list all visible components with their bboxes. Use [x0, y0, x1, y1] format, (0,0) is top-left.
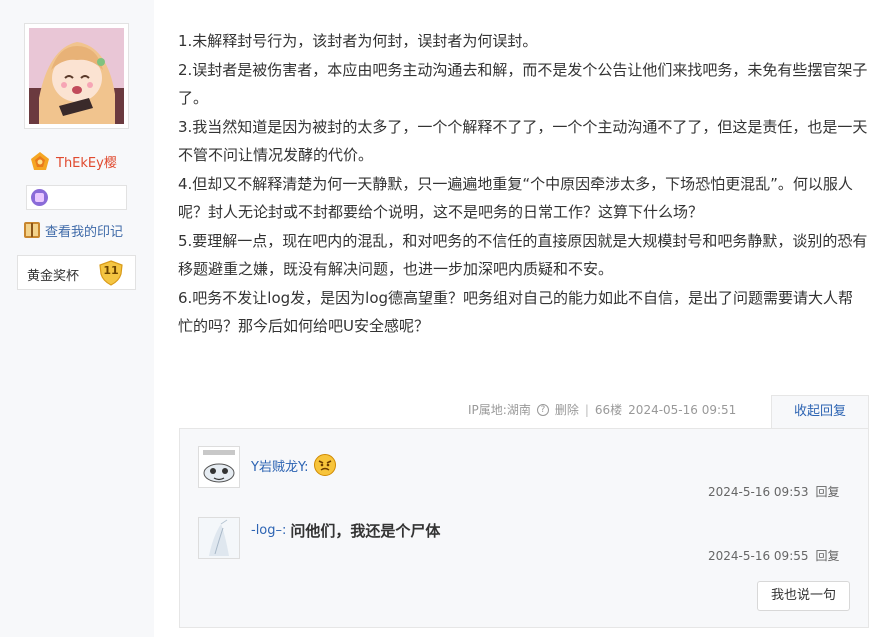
view-marks-link[interactable]: 查看我的印记	[22, 220, 123, 240]
reply-button[interactable]: 回复	[816, 485, 840, 499]
sketch-avatar-image	[199, 518, 239, 558]
badge-box	[26, 185, 127, 210]
post-time: 2024-05-16 09:51	[628, 402, 737, 417]
member-badge-icon[interactable]	[31, 189, 48, 206]
meme-avatar-image	[199, 447, 239, 487]
username-link[interactable]: ThEkEy樱	[56, 152, 117, 171]
delete-link[interactable]: 删除	[555, 401, 579, 418]
user-sidebar: ThEkEy樱 查看我的印记 黄金奖杯 11	[0, 0, 154, 637]
reply-footer: 2024-5-16 09:55 回复	[708, 547, 840, 564]
award-box[interactable]: 黄金奖杯 11	[17, 255, 136, 290]
reply-line: Y岩贼龙Y:	[251, 453, 337, 477]
reply-line: -log–: 问他们，我还是个尸体	[251, 520, 440, 541]
post-paragraph-1: 1.未解释封号行为，该封者为何封，误封者为何误封。	[178, 32, 538, 50]
crown-icon	[31, 152, 49, 170]
reply-time: 2024-5-16 09:55	[708, 549, 809, 563]
help-icon[interactable]: ?	[536, 403, 549, 416]
post-paragraph-4: 4.但却又不解释清楚为何一天静默，只一遍遍地重复“个中原因牵涉太多，下场恐怕更混…	[178, 174, 853, 222]
award-label: 黄金奖杯	[27, 269, 80, 284]
avatar[interactable]	[24, 23, 129, 129]
reply-footer: 2024-5-16 09:53 回复	[708, 483, 840, 500]
reply-time: 2024-5-16 09:53	[708, 485, 809, 499]
reply-avatar[interactable]	[198, 446, 240, 488]
user-row: ThEkEy樱	[30, 151, 117, 171]
floor-number: 66楼	[594, 403, 623, 417]
anime-avatar-image	[29, 28, 124, 124]
reply-panel: Y岩贼龙Y: 2024-5-16 09:53 回复 -log–: 问他们，我还是…	[179, 428, 869, 628]
ip-location: IP属地:湖南	[468, 403, 531, 417]
view-marks-label: 查看我的印记	[45, 224, 124, 240]
book-icon	[24, 222, 40, 238]
meta-separator: |	[584, 402, 589, 417]
post-paragraph-5: 5.要理解一点，现在吧内的混乱，和对吧务的不信任的直接原因就是大规模封号和吧务静…	[178, 231, 868, 279]
say-something-button[interactable]: 我也说一句	[757, 581, 850, 611]
award-count: 11	[103, 264, 119, 277]
post-paragraph-2: 2.误封者是被伤害者，本应由吧务主动沟通去和解，而不是发个公告让他们来找吧务，未…	[178, 60, 868, 108]
reply-button[interactable]: 回复	[816, 549, 840, 563]
angry-emoji-icon	[313, 454, 336, 476]
reply-text: 问他们，我还是个尸体	[290, 522, 441, 540]
post-paragraph-3: 3.我当然知道是因为被封的太多了，一个个解释不了了，一个个主动沟通不了了，但这是…	[178, 117, 868, 165]
reply-username[interactable]: Y岩贼龙Y:	[251, 456, 309, 475]
collapse-replies-button[interactable]: 收起回复	[771, 395, 869, 429]
reply-avatar[interactable]	[198, 517, 240, 559]
post-meta: IP属地:湖南 ? 删除 | 66楼 2024-05-16 09:51	[468, 401, 736, 418]
post-content: 1.未解释封号行为，该封者为何封，误封者为何误封。 2.误封者是被伤害者，本应由…	[178, 27, 868, 341]
post-paragraph-6: 6.吧务不发让log发，是因为log德高望重？吧务组对自己的能力如此不自信，是出…	[178, 288, 854, 336]
reply-username[interactable]: -log–:	[251, 523, 286, 538]
